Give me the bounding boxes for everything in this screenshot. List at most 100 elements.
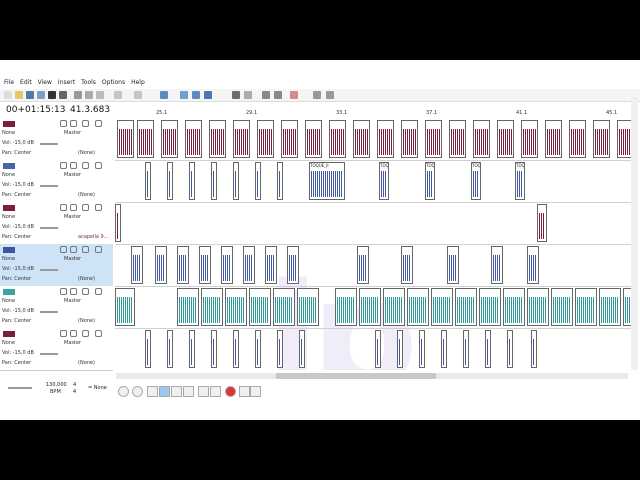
track-fx[interactable]: (None) <box>78 192 95 198</box>
track-input[interactable]: None <box>2 298 15 304</box>
grid-icon[interactable] <box>192 91 200 99</box>
fx-icon[interactable] <box>82 330 89 337</box>
audio-clip[interactable] <box>177 288 199 326</box>
audio-clip[interactable] <box>233 330 239 368</box>
track-header[interactable]: None Master Vol: -15,0 dB Pan: Center (N… <box>0 286 113 329</box>
audio-clip[interactable] <box>473 120 490 158</box>
snap-icon[interactable] <box>204 91 212 99</box>
snap-value[interactable]: = None <box>88 385 107 391</box>
mute-icon[interactable] <box>60 330 67 337</box>
audio-clip[interactable] <box>297 288 319 326</box>
go-start-icon[interactable] <box>198 386 209 397</box>
audio-clip[interactable] <box>161 120 178 158</box>
track-header[interactable]: None Master Vol: -15,0 dB Pan: Center (N… <box>0 118 113 161</box>
audio-clip[interactable] <box>383 288 405 326</box>
pause-icon[interactable] <box>171 386 182 397</box>
menu-view[interactable]: View <box>38 78 52 88</box>
open-icon[interactable] <box>15 91 23 99</box>
audio-clip[interactable] <box>593 120 610 158</box>
audio-clip[interactable] <box>527 288 549 326</box>
solo-icon[interactable] <box>70 120 77 127</box>
audio-clip[interactable] <box>117 120 134 158</box>
audio-clip[interactable] <box>419 330 425 368</box>
split-icon[interactable] <box>262 91 270 99</box>
mute-icon[interactable] <box>60 246 67 253</box>
save-icon[interactable] <box>26 91 34 99</box>
audio-clip[interactable] <box>449 120 466 158</box>
cut-icon[interactable] <box>74 91 82 99</box>
audio-clip[interactable] <box>201 288 223 326</box>
track-fx[interactable]: (None) <box>78 150 95 156</box>
audio-clip[interactable] <box>377 120 394 158</box>
audio-clip[interactable] <box>455 288 477 326</box>
copy-icon[interactable] <box>85 91 93 99</box>
bpm-value[interactable]: 130,000 <box>46 382 67 388</box>
audio-clip[interactable] <box>329 120 346 158</box>
track-header[interactable]: None Master Vol: -15,0 dB Pan: Center ac… <box>0 202 113 245</box>
track-header[interactable]: None Master Vol: -15,0 dB Pan: Center (N… <box>0 160 113 203</box>
audio-clip[interactable] <box>233 120 250 158</box>
fx-icon[interactable] <box>82 120 89 127</box>
audio-clip[interactable] <box>497 120 514 158</box>
audio-clip[interactable] <box>527 246 539 284</box>
audio-clip[interactable] <box>441 330 447 368</box>
mute-icon[interactable] <box>60 162 67 169</box>
audio-clip[interactable] <box>503 288 525 326</box>
audio-clip[interactable] <box>507 330 513 368</box>
audio-clip[interactable] <box>167 330 173 368</box>
mute-icon[interactable] <box>60 204 67 211</box>
audio-clip[interactable] <box>277 330 283 368</box>
audio-clip[interactable] <box>479 288 501 326</box>
loop-icon[interactable] <box>290 91 298 99</box>
track-output[interactable]: Master <box>64 214 81 220</box>
brush-icon[interactable] <box>244 91 252 99</box>
audio-clip[interactable] <box>531 330 537 368</box>
audio-clip[interactable] <box>115 288 135 326</box>
beats-value[interactable]: 4 <box>73 382 76 388</box>
undo-icon[interactable] <box>114 91 122 99</box>
pencil-icon[interactable] <box>232 91 240 99</box>
zoom-icon[interactable] <box>59 91 67 99</box>
track-fx[interactable]: (None) <box>78 318 95 324</box>
audio-clip[interactable] <box>407 288 429 326</box>
record-button-icon[interactable] <box>225 386 236 397</box>
audio-clip[interactable] <box>211 162 217 200</box>
track-input[interactable]: None <box>2 172 15 178</box>
audio-clip[interactable] <box>569 120 586 158</box>
audio-clip[interactable] <box>491 246 503 284</box>
refresh-icon[interactable] <box>313 91 321 99</box>
audio-clip[interactable] <box>155 246 167 284</box>
audio-clip[interactable] <box>249 288 271 326</box>
volume-slider[interactable] <box>40 269 58 271</box>
solo-icon[interactable] <box>70 288 77 295</box>
volume-slider[interactable] <box>40 311 58 313</box>
audio-clip[interactable] <box>287 246 299 284</box>
master-slider[interactable] <box>8 387 32 389</box>
track-input[interactable]: None <box>2 340 15 346</box>
audio-clip[interactable] <box>537 204 547 242</box>
audio-clip[interactable] <box>209 120 226 158</box>
envelope-icon[interactable] <box>160 91 168 99</box>
audio-clip[interactable] <box>211 330 217 368</box>
menu-file[interactable]: File <box>4 78 14 88</box>
audio-clip[interactable]: TOQ <box>471 162 481 200</box>
volume-slider[interactable] <box>40 353 58 355</box>
arm-icon[interactable] <box>95 288 102 295</box>
trim-icon[interactable] <box>274 91 282 99</box>
audio-clip[interactable] <box>233 162 239 200</box>
audio-clip[interactable] <box>185 120 202 158</box>
volume-slider[interactable] <box>40 227 58 229</box>
audio-clip[interactable] <box>359 288 381 326</box>
track-header[interactable]: None Master Vol: -15,0 dB Pan: Center (N… <box>0 244 113 287</box>
track-output[interactable]: Master <box>64 340 81 346</box>
audio-clip[interactable] <box>255 162 261 200</box>
track-output[interactable]: Master <box>64 130 81 136</box>
menu-help[interactable]: Help <box>131 78 145 88</box>
fx-icon[interactable] <box>82 246 89 253</box>
audio-clip[interactable] <box>485 330 491 368</box>
audio-clip[interactable] <box>521 120 538 158</box>
settings-icon[interactable] <box>326 91 334 99</box>
audio-clip[interactable] <box>131 246 143 284</box>
audio-clip[interactable] <box>115 204 121 242</box>
audio-clip[interactable] <box>167 162 173 200</box>
